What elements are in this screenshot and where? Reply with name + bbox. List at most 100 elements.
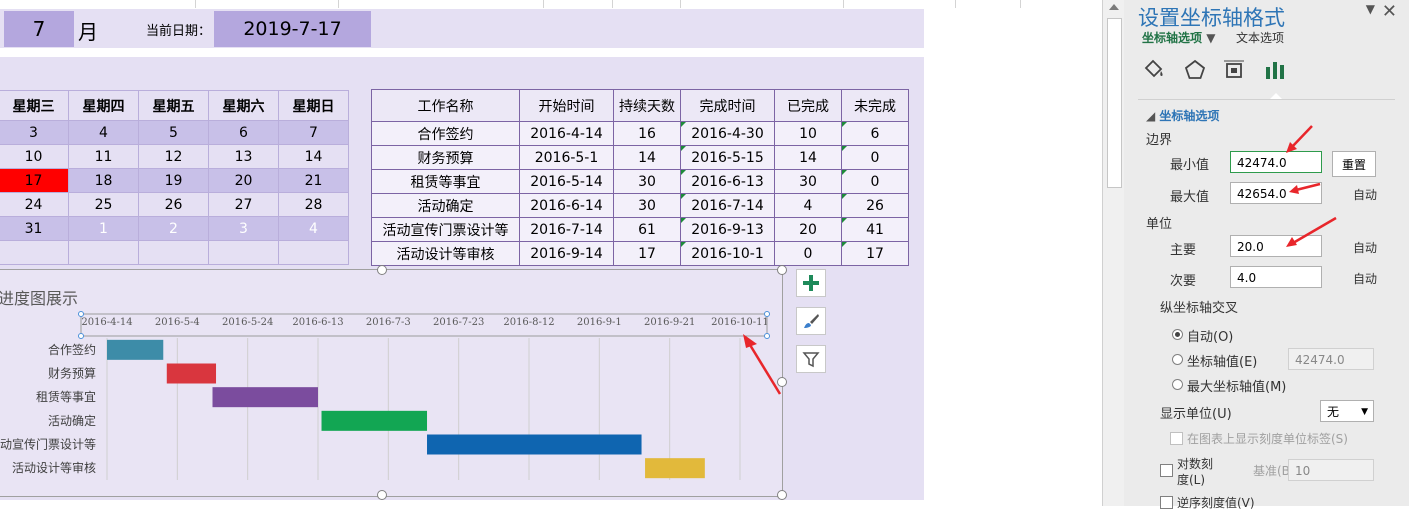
calendar-day[interactable]: 21 [278,168,349,193]
month-cell[interactable]: 7 [4,11,74,47]
task-header[interactable]: 未完成 [841,89,909,122]
task-cell[interactable]: 17 [613,241,681,266]
task-cell[interactable]: 10 [774,121,842,146]
gantt-chart[interactable]: 进度图展示 2016-4-14 2016-5-4 2016-5-24 2016-6-1… [0,269,783,497]
calendar-day[interactable] [278,240,349,265]
calendar-day[interactable]: 27 [208,192,279,217]
chart-styles-button[interactable] [796,307,826,335]
task-header[interactable]: 工作名称 [371,89,520,122]
task-cell[interactable]: 30 [613,193,681,218]
calendar-day[interactable]: 12 [138,144,209,169]
task-cell[interactable]: 41 [841,217,909,242]
task-cell[interactable]: 活动宣传门票设计等 [371,217,520,242]
task-cell[interactable]: 6 [841,121,909,146]
x-tick-label[interactable]: 2016-9-1 [577,317,622,328]
category-label[interactable]: 活动设计等审核 [12,460,96,475]
calendar-day[interactable]: 10 [0,144,69,169]
x-tick-label[interactable]: 2016-10-11 [711,317,769,328]
axis-handle[interactable] [764,333,770,339]
x-tick-label[interactable]: 2016-7-3 [366,317,411,328]
x-tick-label[interactable]: 2016-6-13 [292,317,343,328]
task-cell[interactable]: 14 [613,145,681,170]
calendar-day[interactable]: 13 [208,144,279,169]
gantt-chart-canvas[interactable]: 进度图展示 2016-4-14 2016-5-4 2016-5-24 2016-6-1… [0,270,782,496]
gantt-bar[interactable] [427,434,642,455]
weekday-header[interactable]: 星期五 [138,90,209,121]
x-tick-label[interactable]: 2016-7-23 [433,317,484,328]
task-header[interactable]: 已完成 [774,89,842,122]
task-cell[interactable]: 2016-9-14 [519,241,614,266]
task-cell[interactable]: 活动设计等审核 [371,241,520,266]
task-cell[interactable]: 30 [613,169,681,194]
task-cell[interactable]: 0 [774,241,842,266]
date-cell[interactable]: 2019-7-17 [214,11,371,47]
calendar-day[interactable] [208,240,279,265]
task-cell[interactable]: 30 [774,169,842,194]
x-tick-label[interactable]: 2016-5-4 [155,317,200,328]
task-cell[interactable]: 2016-5-1 [519,145,614,170]
task-cell[interactable]: 2016-5-15 [680,145,775,170]
worksheet[interactable]: 7 月 当前日期： 2019-7-17 星期三 星期四 星期五 星期六 星期日 … [0,0,1102,506]
task-cell[interactable]: 14 [774,145,842,170]
task-cell[interactable]: 2016-5-14 [519,169,614,194]
chart-resize-handle[interactable] [377,490,387,500]
chart-title[interactable]: 进度图展示 [0,289,78,308]
task-cell[interactable]: 20 [774,217,842,242]
task-header[interactable]: 完成时间 [680,89,775,122]
calendar-day[interactable]: 19 [138,168,209,193]
task-cell[interactable]: 合作签约 [371,121,520,146]
calendar-day[interactable]: 26 [138,192,209,217]
calendar-day[interactable]: 28 [278,192,349,217]
chart-filters-button[interactable] [796,345,826,373]
chart-resize-handle[interactable] [777,377,787,387]
task-cell[interactable]: 2016-4-30 [680,121,775,146]
calendar-day-next-month[interactable]: 2 [138,216,209,241]
category-label[interactable]: 租赁等事宜 [36,389,96,404]
calendar-day[interactable]: 31 [0,216,69,241]
x-tick-label[interactable]: 2016-8-12 [503,317,554,328]
axis-handle[interactable] [764,311,770,317]
calendar-day[interactable]: 5 [138,120,209,145]
x-tick-label[interactable]: 2016-9-21 [644,317,695,328]
gantt-bar[interactable] [212,387,319,408]
calendar-day[interactable]: 3 [0,120,69,145]
calendar-day[interactable]: 18 [68,168,139,193]
task-cell[interactable]: 2016-6-14 [519,193,614,218]
calendar-day-next-month[interactable]: 4 [278,216,349,241]
chart-resize-handle[interactable] [377,265,387,275]
calendar-day[interactable]: 25 [68,192,139,217]
calendar-day[interactable]: 20 [208,168,279,193]
gantt-bar[interactable] [321,410,428,431]
calendar-day[interactable] [138,240,209,265]
weekday-header[interactable]: 星期日 [278,90,349,121]
task-cell[interactable]: 财务预算 [371,145,520,170]
task-cell[interactable]: 2016-6-13 [680,169,775,194]
calendar-day[interactable]: 4 [68,120,139,145]
x-tick-label[interactable]: 2016-5-24 [222,317,273,328]
task-header[interactable]: 开始时间 [519,89,614,122]
weekday-header[interactable]: 星期三 [0,90,69,121]
category-label[interactable]: 财务预算 [48,366,96,381]
calendar-day[interactable]: 11 [68,144,139,169]
task-cell[interactable]: 17 [841,241,909,266]
task-cell[interactable]: 26 [841,193,909,218]
task-cell[interactable]: 2016-9-13 [680,217,775,242]
task-header[interactable]: 持续天数 [613,89,681,122]
scrollbar-thumb[interactable] [1107,18,1122,188]
category-label[interactable]: 活动确定 [48,413,96,428]
calendar-day-today[interactable]: 17 [0,168,69,193]
task-cell[interactable]: 0 [841,169,909,194]
category-label[interactable]: 合作签约 [48,342,96,357]
vertical-scrollbar[interactable] [1102,0,1125,506]
calendar-day[interactable]: 7 [278,120,349,145]
category-label[interactable]: 活动宣传门票设计等 [0,437,96,452]
x-tick-label[interactable]: 2016-4-14 [81,317,132,328]
calendar-day[interactable]: 14 [278,144,349,169]
calendar-day-next-month[interactable]: 3 [208,216,279,241]
axis-handle[interactable] [78,311,84,317]
gantt-bar[interactable] [645,458,705,479]
chart-elements-button[interactable] [796,269,826,297]
scroll-up-icon[interactable] [1109,4,1119,10]
reset-button[interactable]: 重置 [1332,151,1376,177]
task-cell[interactable]: 0 [841,145,909,170]
